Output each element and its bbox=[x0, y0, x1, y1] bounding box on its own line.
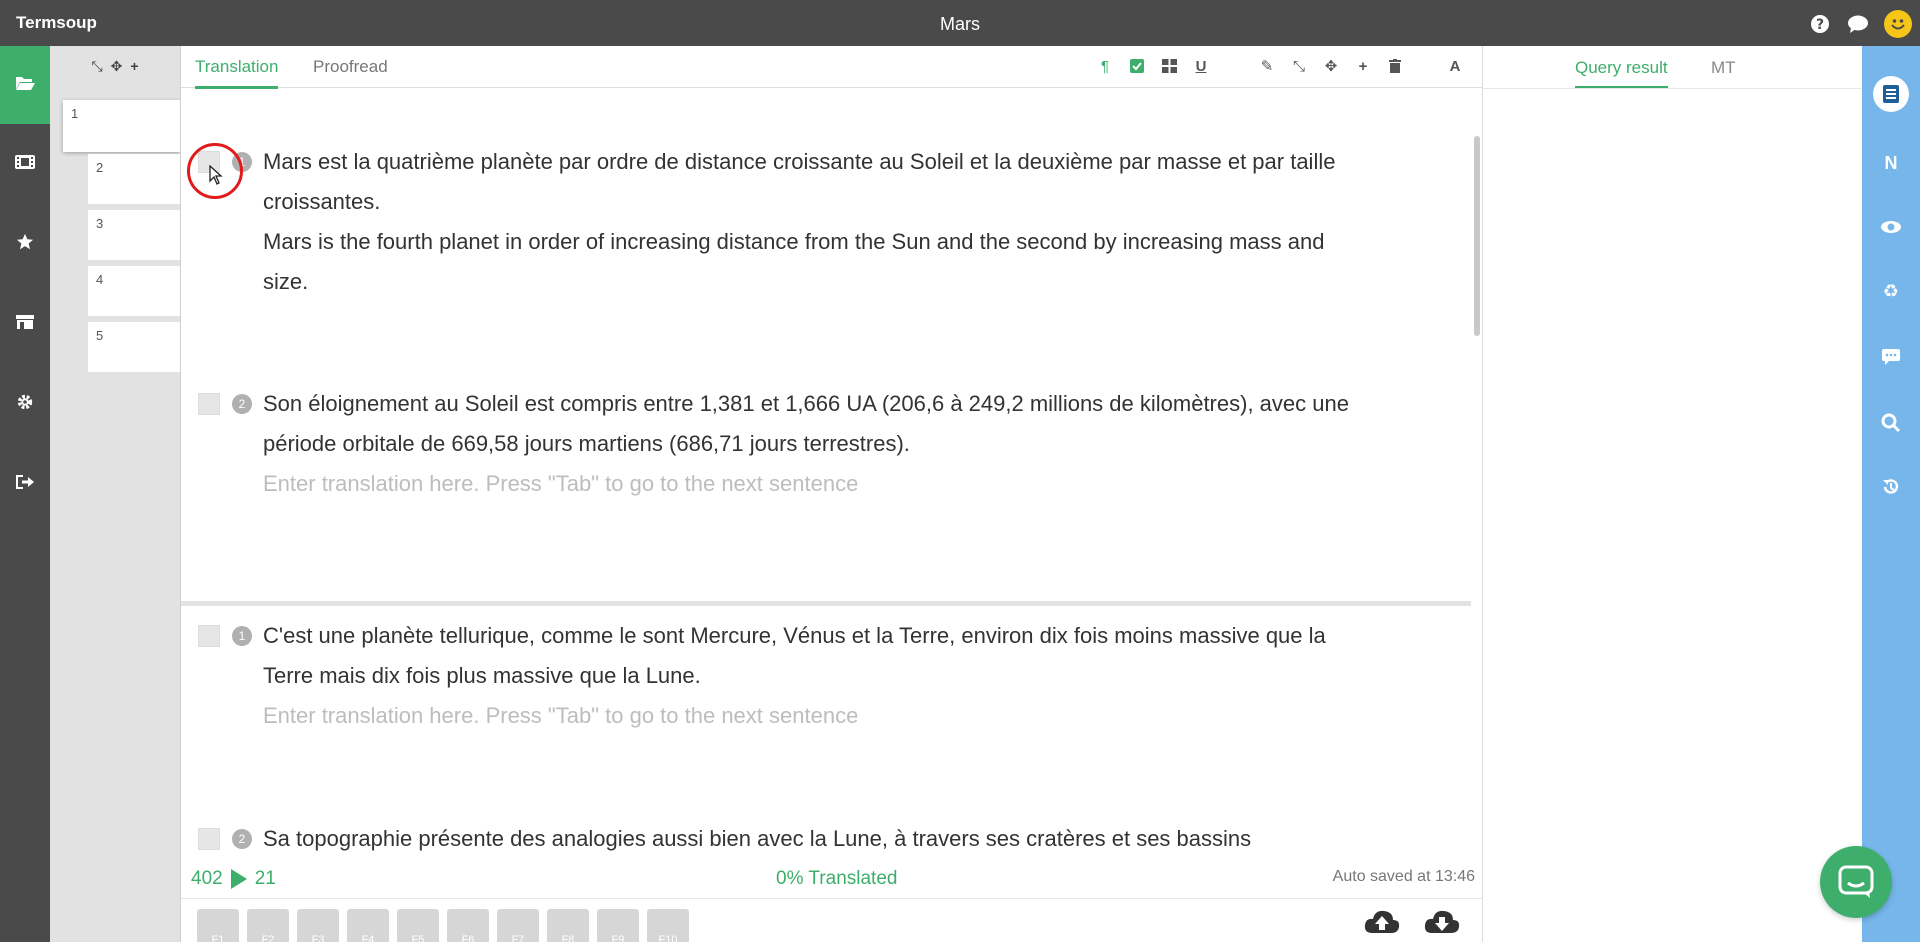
segment-checkbox[interactable] bbox=[198, 828, 220, 850]
compress-segments-icon[interactable]: ⤡ bbox=[1291, 56, 1307, 76]
comment-icon[interactable] bbox=[1862, 342, 1920, 372]
words-done: 21 bbox=[254, 868, 276, 889]
tab-query-result[interactable]: Query result bbox=[1575, 58, 1668, 89]
tab-translation[interactable]: Translation bbox=[195, 57, 279, 89]
translation-progress: 0% Translated bbox=[776, 868, 898, 889]
fkey-f1[interactable]: F1 bbox=[197, 909, 239, 942]
user-avatar-icon[interactable] bbox=[1884, 10, 1912, 38]
target-input[interactable]: Enter translation here. Press "Tab" to g… bbox=[263, 696, 1363, 736]
nav-settings[interactable] bbox=[0, 364, 50, 444]
grid-icon[interactable] bbox=[1161, 56, 1177, 76]
editor-tabs: Translation Proofread ¶ U ✎ ⤡ ✥ + A bbox=[181, 46, 1483, 89]
eye-icon[interactable] bbox=[1862, 212, 1920, 242]
left-navigation bbox=[0, 46, 50, 942]
folder-open-icon bbox=[15, 75, 35, 96]
source-text: C'est une planète tellurique, comme le s… bbox=[263, 623, 1326, 688]
segment-checkbox[interactable] bbox=[198, 393, 220, 415]
thumbnail-2[interactable]: 2 bbox=[88, 154, 180, 204]
fkey-f10[interactable]: F10 bbox=[647, 909, 689, 942]
star-icon bbox=[16, 233, 34, 256]
status-bar: 402 21 0% Translated Auto saved at 13:46 bbox=[181, 868, 1483, 898]
autosave-status: Auto saved at 13:46 bbox=[1332, 868, 1475, 885]
segment-list: 1 Mars est la quatrième planète par ordr… bbox=[181, 89, 1471, 861]
thumbnail-4[interactable]: 4 bbox=[88, 266, 180, 316]
thumbnail-1[interactable]: 1 bbox=[63, 100, 180, 152]
nav-files[interactable] bbox=[0, 46, 50, 124]
footer-bar: F1 F2 F3 F4 F5 F6 F7 F8 F9 F10 bbox=[181, 898, 1483, 942]
pencil-icon[interactable]: ✎ bbox=[1259, 56, 1275, 76]
help-icon[interactable]: ? bbox=[1808, 12, 1832, 36]
fkey-f6[interactable]: F6 bbox=[447, 909, 489, 942]
target-input[interactable]: Enter translation here. Press "Tab" to g… bbox=[263, 464, 1363, 504]
svg-text:?: ? bbox=[1816, 17, 1824, 33]
title-bar: Termsoup Mars ? bbox=[0, 0, 1920, 46]
source-text: Sa topographie présente des analogies au… bbox=[263, 826, 1252, 851]
segment-number: 2 bbox=[232, 829, 252, 849]
play-icon bbox=[230, 869, 247, 889]
fkey-f7[interactable]: F7 bbox=[497, 909, 539, 942]
panel-divider bbox=[1483, 88, 1863, 89]
font-icon[interactable]: A bbox=[1447, 56, 1463, 76]
glossary-book-icon[interactable] bbox=[1873, 76, 1909, 112]
fkey-f9[interactable]: F9 bbox=[597, 909, 639, 942]
move-icon[interactable]: ✥ bbox=[111, 58, 123, 75]
store-icon bbox=[15, 314, 35, 335]
document-title: Mars bbox=[940, 14, 980, 34]
fkey-f8[interactable]: F8 bbox=[547, 909, 589, 942]
add-segment-icon[interactable]: + bbox=[1355, 56, 1371, 76]
nav-media[interactable] bbox=[0, 124, 50, 204]
sign-out-icon bbox=[15, 474, 35, 495]
support-chat-button[interactable] bbox=[1820, 846, 1892, 918]
segment-thumbnails: ⤡ ✥ + 1 2 3 4 5 bbox=[50, 46, 180, 942]
thumbnail-5[interactable]: 5 bbox=[88, 322, 180, 372]
thumbnail-3[interactable]: 3 bbox=[88, 210, 180, 260]
right-tool-rail: N ♻ bbox=[1862, 46, 1920, 942]
word-count: 402 21 bbox=[191, 868, 276, 890]
recycle-icon[interactable]: ♻ bbox=[1862, 276, 1920, 306]
editor-toolbar: ¶ U ✎ ⤡ ✥ + A bbox=[1097, 56, 1463, 76]
paragraph-divider bbox=[181, 601, 1471, 606]
source-text: Mars est la quatrième planète par ordre … bbox=[263, 149, 1336, 214]
tab-proofread[interactable]: Proofread bbox=[313, 57, 388, 86]
segment-number: 1 bbox=[232, 626, 252, 646]
thumbnail-tools: ⤡ ✥ + bbox=[50, 46, 180, 86]
source-text: Son éloignement au Soleil est compris en… bbox=[263, 391, 1349, 456]
tab-mt[interactable]: MT bbox=[1711, 58, 1736, 86]
move-segment-icon[interactable]: ✥ bbox=[1323, 56, 1339, 76]
query-panel: Query result MT bbox=[1482, 46, 1863, 942]
trash-icon[interactable] bbox=[1387, 56, 1403, 76]
target-text[interactable]: Mars is the fourth planet in order of in… bbox=[263, 222, 1363, 302]
search-icon[interactable] bbox=[1862, 408, 1920, 438]
history-icon[interactable] bbox=[1862, 472, 1920, 502]
cloud-upload-icon[interactable] bbox=[1363, 907, 1403, 939]
translation-editor: Translation Proofread ¶ U ✎ ⤡ ✥ + A 1 Ma… bbox=[180, 46, 1483, 942]
segment-checkbox[interactable] bbox=[198, 625, 220, 647]
fkey-f2[interactable]: F2 bbox=[247, 909, 289, 942]
paragraph-icon[interactable]: ¶ bbox=[1097, 56, 1113, 76]
mouse-cursor-icon bbox=[209, 164, 223, 190]
nav-store[interactable] bbox=[0, 284, 50, 364]
gear-icon bbox=[16, 393, 34, 416]
underline-icon[interactable]: U bbox=[1193, 56, 1209, 76]
fkey-f5[interactable]: F5 bbox=[397, 909, 439, 942]
notes-n-icon[interactable]: N bbox=[1862, 148, 1920, 178]
vertical-scrollbar[interactable] bbox=[1474, 136, 1480, 336]
cloud-download-icon[interactable] bbox=[1423, 907, 1463, 939]
nav-logout[interactable] bbox=[0, 444, 50, 524]
fkey-f4[interactable]: F4 bbox=[347, 909, 389, 942]
plus-icon[interactable]: + bbox=[130, 58, 138, 74]
words-total: 402 bbox=[191, 868, 223, 889]
fkey-f3[interactable]: F3 bbox=[297, 909, 339, 942]
nav-favorites[interactable] bbox=[0, 204, 50, 284]
film-icon bbox=[15, 154, 35, 175]
chat-icon[interactable] bbox=[1846, 12, 1870, 36]
title-bar-icons: ? bbox=[1808, 10, 1912, 38]
function-keys: F1 F2 F3 F4 F5 F6 F7 F8 F9 F10 bbox=[197, 909, 689, 942]
segment-number: 2 bbox=[232, 394, 252, 414]
compress-icon[interactable]: ⤡ bbox=[91, 58, 102, 75]
check-square-icon[interactable] bbox=[1129, 56, 1145, 76]
